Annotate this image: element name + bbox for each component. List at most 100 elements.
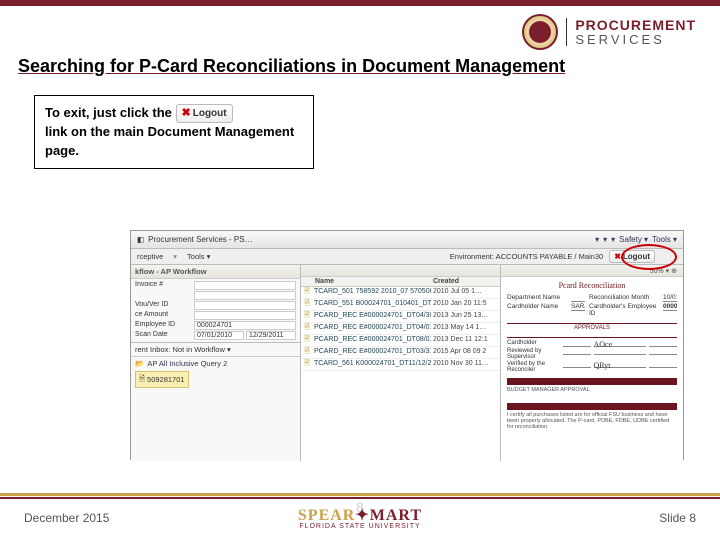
lbl-dept: Department Name xyxy=(507,294,567,302)
query-name: AP All Inclusive Query 2 xyxy=(147,359,227,368)
fld-vouver[interactable] xyxy=(194,301,296,310)
footer-center: 8 SPEAR✦MART FLORIDA STATE UNIVERSITY xyxy=(248,505,472,530)
fld-amount[interactable] xyxy=(194,311,296,320)
brand-text: PROCUREMENT SERVICES xyxy=(566,18,696,46)
fld-invoice[interactable] xyxy=(194,281,296,290)
preview-panel: 50% ▾ ⊕ Pcard Reconciliation Department … xyxy=(501,265,683,461)
environment-label: Environment: ACCOUNTS PAYABLE / Main30 xyxy=(450,252,603,261)
lbl-vouver: Vou/Ver ID xyxy=(135,301,190,310)
slide-number: Slide 8 xyxy=(472,511,696,525)
workflow-header: kflow - AP Workflow xyxy=(131,265,300,279)
results-toolbar xyxy=(301,265,500,277)
doc-icon: 🗎 xyxy=(301,359,313,370)
toolbar-divider: ▾ xyxy=(173,252,177,261)
inbox-header[interactable]: rent Inbox: Not in Workflow ▾ xyxy=(135,345,231,354)
table-row[interactable]: 🗎PCARD_REC E#000024701_DT04/01/20132013 … xyxy=(301,323,500,335)
doc-icon: 🗎 xyxy=(301,347,313,358)
logout-chip-label: Logout xyxy=(193,107,227,121)
logout-button-label: Logout xyxy=(623,252,650,261)
browser-opt-tools[interactable]: Tools ▾ xyxy=(652,235,677,244)
app-toolbar: rceptive ▾ Tools ▾ Environment: ACCOUNTS… xyxy=(131,249,683,265)
table-row[interactable]: 🗎PCARD_REC E#000024701_DT03/31/20152015 … xyxy=(301,347,500,359)
browser-opt-1[interactable]: ▾ xyxy=(603,235,607,244)
callout-text-1: To exit, just click the xyxy=(45,105,176,120)
appr-row-1: Reviewed by Supervisor xyxy=(507,348,560,360)
lbl-invoice: Invoice # xyxy=(135,281,190,290)
results-panel: Name Created 🗎TCARD_501 758592 2010_07 5… xyxy=(301,265,501,461)
browser-opt-0[interactable]: ▾ xyxy=(595,235,599,244)
selected-id: 509281701 xyxy=(147,375,185,384)
appr-row-2: Verified by the Reconciler xyxy=(507,361,560,373)
appr-row-0: Cardholder xyxy=(507,340,560,347)
browser-opt-safety[interactable]: Safety ▾ xyxy=(619,235,648,244)
results-body: 🗎TCARD_501 758592 2010_07 57050823182201… xyxy=(301,287,500,371)
val-recmonth: 10/01/2015 xyxy=(663,294,677,302)
table-row[interactable]: 🗎PCARD_REC E#000024701_DT04/30/20132013 … xyxy=(301,311,500,323)
browser-tab-title: Procurement Services - PS… xyxy=(148,235,252,244)
instruction-callout: To exit, just click the ✖ Logout link on… xyxy=(34,95,314,169)
table-row[interactable]: 🗎TCARD_561 K000024701_DT11/12/20102010 N… xyxy=(301,359,500,371)
results-header: Name Created xyxy=(301,277,500,287)
fsu-label: FLORIDA STATE UNIVERSITY xyxy=(248,523,472,530)
lbl-empid: Employee ID xyxy=(135,321,190,330)
header-logo-area: PROCUREMENT SERVICES xyxy=(0,6,720,56)
col-created: Created xyxy=(431,277,500,286)
logout-chip-inline: ✖ Logout xyxy=(176,104,233,123)
divider-gold xyxy=(0,493,720,496)
approvals-header: APPROVALS xyxy=(507,323,677,331)
close-icon: ✖ xyxy=(182,106,191,121)
preview-toolbar: 50% ▾ ⊕ xyxy=(501,265,683,277)
browser-opt-2[interactable]: ▾ xyxy=(611,235,615,244)
app-brand-fragment: rceptive xyxy=(137,252,163,261)
panes: kflow - AP Workflow Invoice # Vou/Ver ID… xyxy=(131,265,683,461)
favicon-icon: ◧ xyxy=(137,235,144,244)
table-row[interactable]: 🗎PCARD_REC E#000024701_DT08/01/20132013 … xyxy=(301,335,500,347)
doc-title: Pcard Reconciliation xyxy=(507,281,677,290)
embedded-screenshot: ◧ Procurement Services - PS… ▾ ▾ ▾ Safet… xyxy=(130,230,684,460)
close-icon: ✖ xyxy=(614,252,621,261)
doc-band xyxy=(507,403,677,410)
budget-bar-label: BUDGET MANAGER APPROVAL xyxy=(507,387,677,393)
query-row[interactable]: 📂 AP All Inclusive Query 2 xyxy=(135,359,296,368)
doc-icon: 🗎 xyxy=(301,311,313,322)
lbl-blank xyxy=(135,291,190,300)
fld-scan-to[interactable]: 12/29/2011 xyxy=(246,331,296,340)
lbl-scandate: Scan Date xyxy=(135,331,190,340)
page-title: Searching for P-Card Reconciliations in … xyxy=(0,56,720,85)
signature-icon: QRyt xyxy=(594,361,647,368)
fsu-seal-icon xyxy=(522,14,558,50)
val-empid: 000024701 xyxy=(663,303,677,311)
footer: December 2015 8 SPEAR✦MART FLORIDA STATE… xyxy=(0,493,720,540)
browser-chrome: ◧ Procurement Services - PS… ▾ ▾ ▾ Safet… xyxy=(131,231,683,249)
folder-icon: 📂 xyxy=(135,359,144,368)
tools-menu[interactable]: Tools ▾ xyxy=(187,252,210,261)
val-dept xyxy=(571,294,585,302)
doc-icon: 🗎 xyxy=(301,335,313,346)
footer-date: December 2015 xyxy=(24,511,248,525)
col-name: Name xyxy=(301,277,431,286)
fld-blank[interactable] xyxy=(194,291,296,300)
brand-top: PROCUREMENT xyxy=(575,18,696,33)
document-preview: Pcard Reconciliation Department Name Rec… xyxy=(501,277,683,461)
lbl-amount: ce Amount xyxy=(135,311,190,320)
selected-record[interactable]: 🗎 509281701 xyxy=(135,371,189,388)
table-row[interactable]: 🗎TCARD_551 B00024701_010401_DT01/12/2010… xyxy=(301,299,500,311)
fld-empid[interactable]: 000024701 xyxy=(194,321,296,330)
inbox-panel: rent Inbox: Not in Workflow ▾ 📂 AP All I… xyxy=(131,342,300,461)
callout-text-2: link on the main Document Management pag… xyxy=(45,124,294,157)
signature-icon: AOce xyxy=(594,340,647,347)
logout-button[interactable]: ✖ Logout xyxy=(609,250,655,263)
lbl-recmonth: Reconciliation Month xyxy=(589,294,659,302)
doc-icon: 🗎 xyxy=(301,323,313,334)
fld-scan-from[interactable]: 07/01/2010 xyxy=(194,331,244,340)
doc-icon: 🗎 xyxy=(301,299,313,310)
budget-bar xyxy=(507,378,677,385)
brand-bottom: SERVICES xyxy=(575,33,696,47)
ghost-page-number: 8 xyxy=(248,499,472,515)
doc-icon: 🗎 xyxy=(139,373,145,386)
left-panel: kflow - AP Workflow Invoice # Vou/Ver ID… xyxy=(131,265,301,461)
table-row[interactable]: 🗎TCARD_501 758592 2010_07 57050823182201… xyxy=(301,287,500,299)
zoom-control[interactable]: 50% ▾ ⊕ xyxy=(650,267,677,275)
lbl-cardholder: Cardholder Name xyxy=(507,303,567,317)
lbl-empid: Cardholder's Employee ID xyxy=(589,303,659,317)
